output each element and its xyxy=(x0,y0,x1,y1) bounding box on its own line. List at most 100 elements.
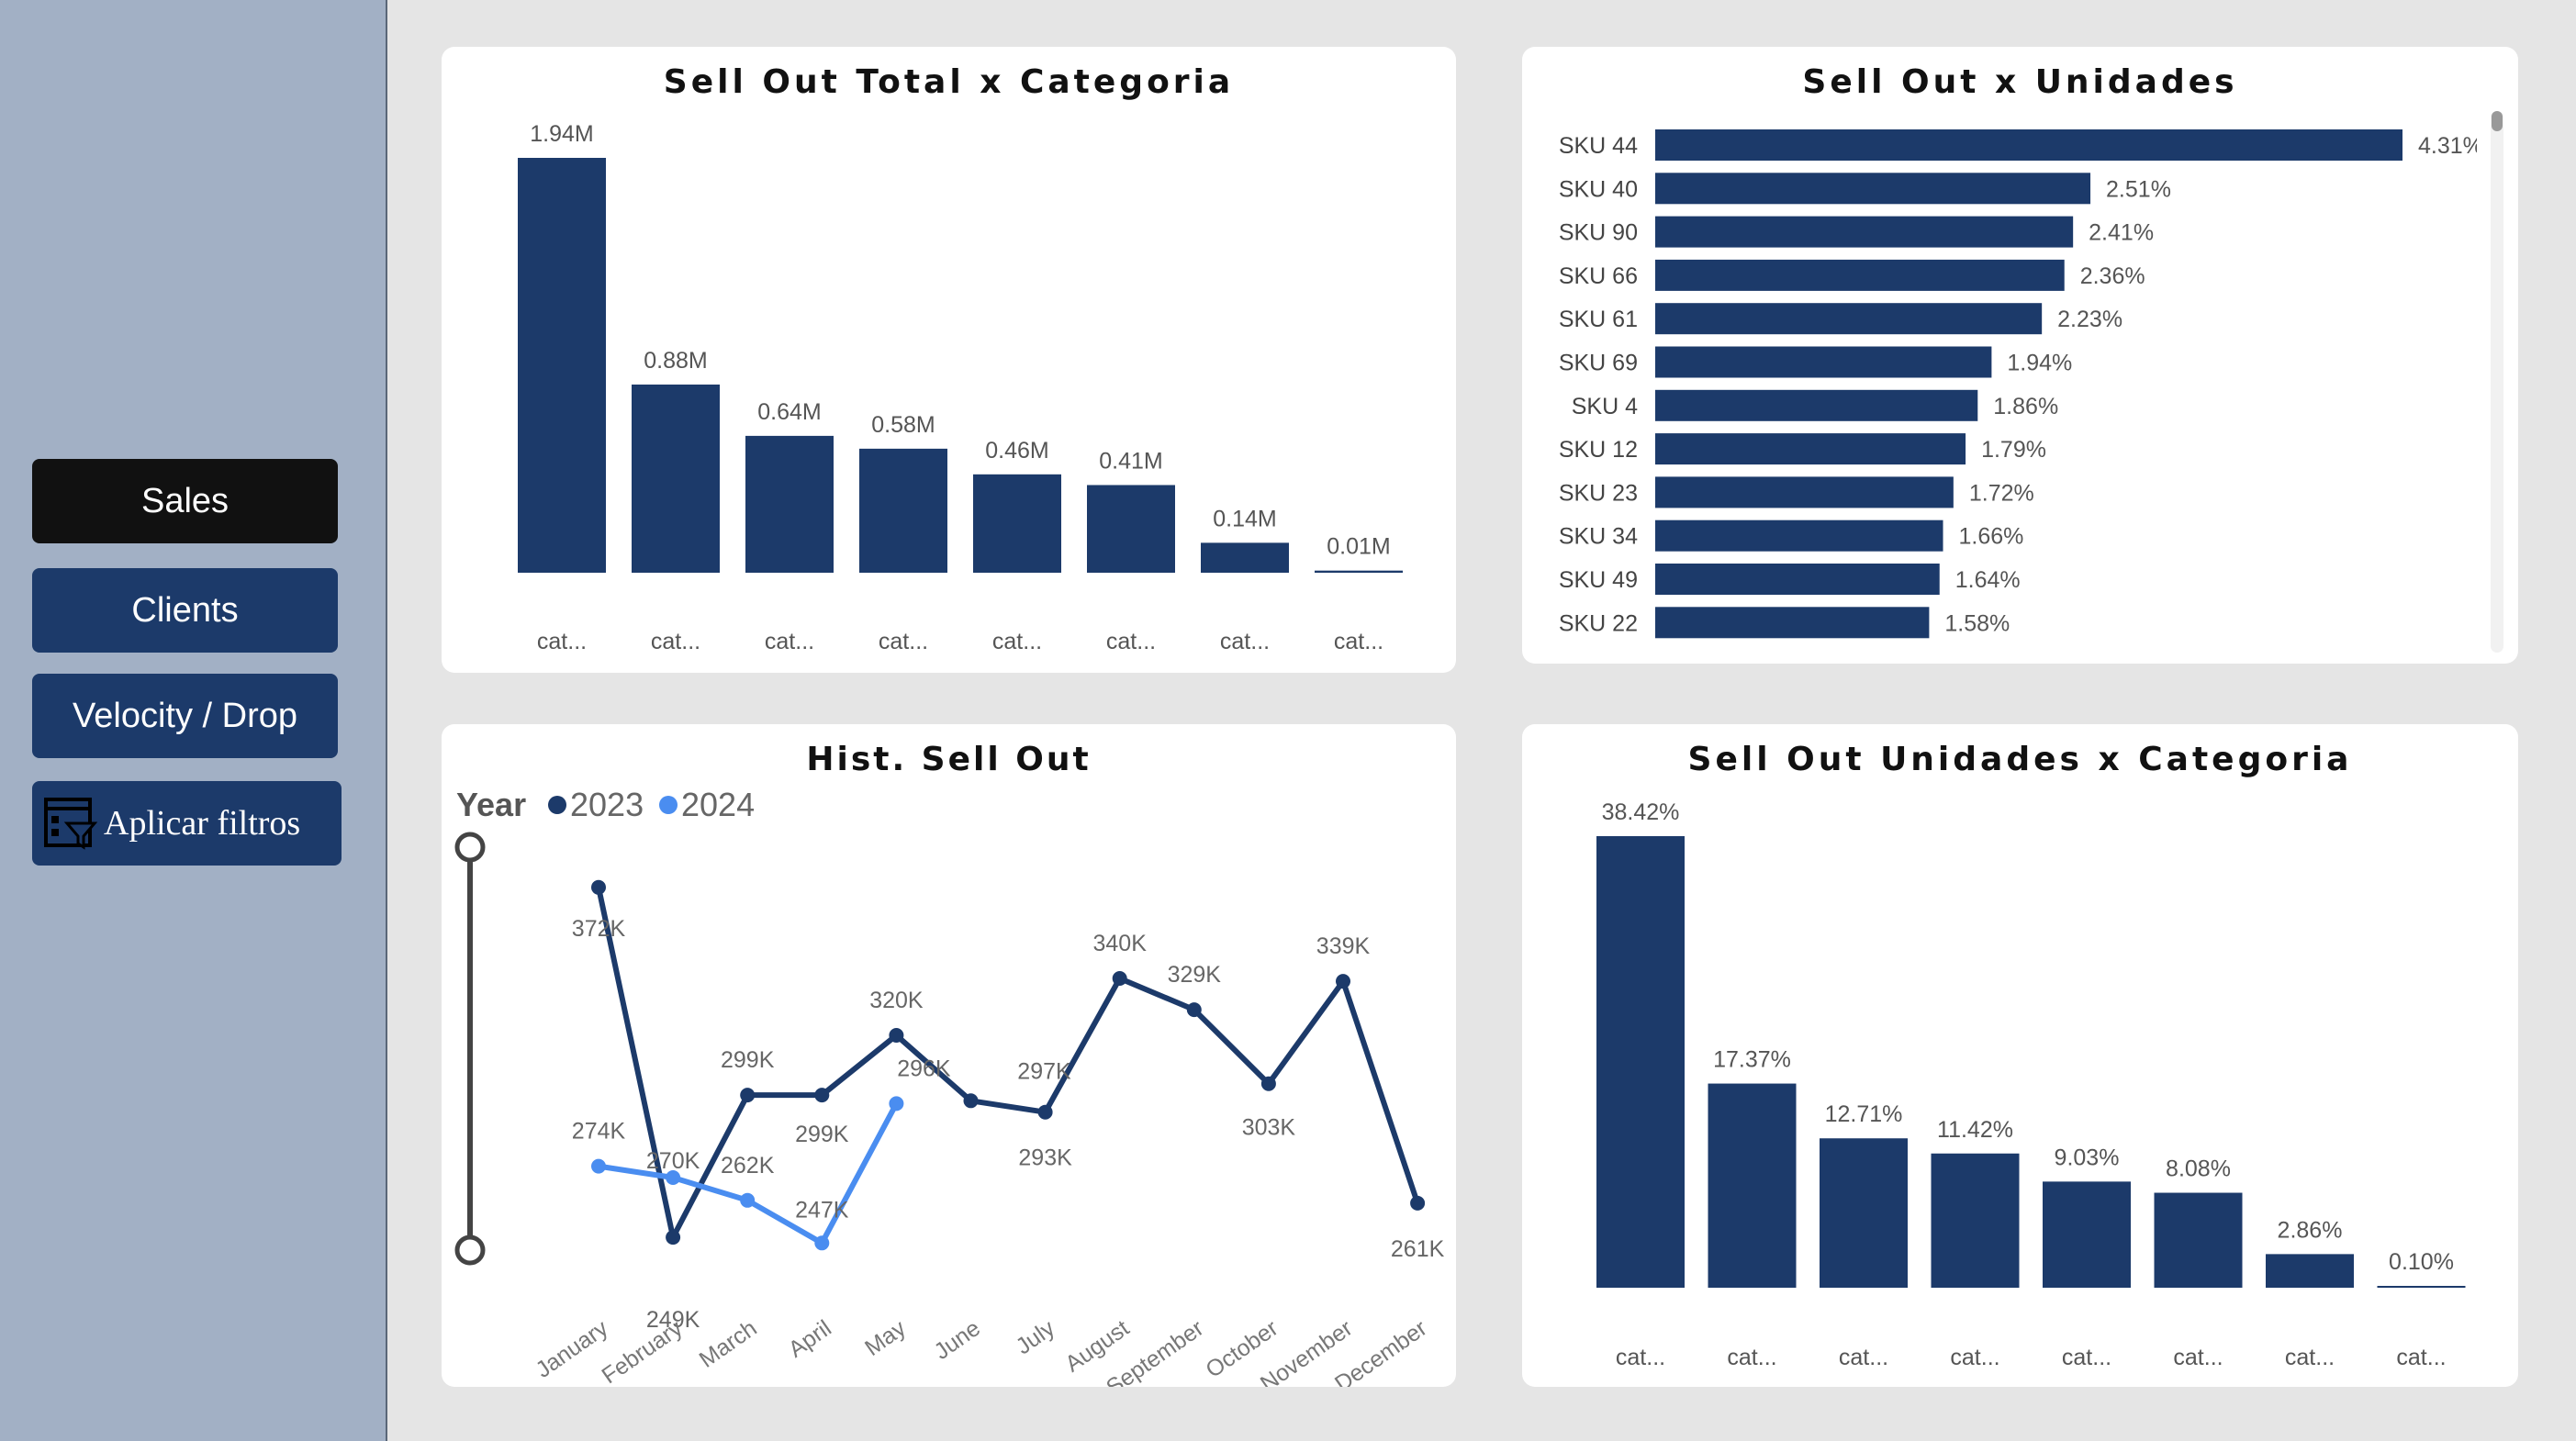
data-label: 0.41M xyxy=(1099,448,1162,474)
data-label: 1.79% xyxy=(1981,437,2046,463)
legend-marker-2023 xyxy=(548,796,566,814)
category-label: cat... xyxy=(1616,1345,1665,1370)
bar xyxy=(859,448,947,573)
bar xyxy=(1931,1153,2020,1288)
bar xyxy=(973,474,1061,573)
category-label: cat... xyxy=(2062,1345,2111,1370)
data-label: 1.72% xyxy=(1969,480,2034,506)
bar xyxy=(1655,173,2091,205)
data-label: 2.51% xyxy=(2106,176,2171,202)
bar xyxy=(1708,1083,1797,1288)
legend-title: Year xyxy=(456,786,526,823)
data-point-2023 xyxy=(666,1230,681,1246)
category-label: cat... xyxy=(1839,1345,1888,1370)
data-label: 1.86% xyxy=(1993,394,2058,419)
bar xyxy=(745,435,834,573)
apply-filters-button[interactable]: Aplicar filtros xyxy=(32,781,342,866)
data-label-2023: 303K xyxy=(1242,1115,1296,1141)
data-point-2024 xyxy=(814,1235,830,1251)
data-label: 0.88M xyxy=(644,348,707,374)
apply-filters-label: Aplicar filtros xyxy=(104,804,301,843)
category-label: SKU 66 xyxy=(1559,263,1638,289)
data-label-2024: 274K xyxy=(572,1119,626,1145)
data-label-2023: 340K xyxy=(1093,931,1148,956)
category-label: SKU 90 xyxy=(1559,220,1638,246)
category-label: cat... xyxy=(2285,1345,2335,1370)
data-label-2023: 299K xyxy=(721,1047,775,1073)
data-label: 17.37% xyxy=(1713,1047,1791,1073)
data-label-2023: 329K xyxy=(1168,962,1222,988)
bar xyxy=(1655,389,1978,421)
nav-button-sales[interactable]: Sales xyxy=(32,459,338,543)
scrollbar-thumb[interactable] xyxy=(2492,111,2503,131)
data-label: 4.31% xyxy=(2418,133,2477,159)
category-label: SKU 40 xyxy=(1559,176,1638,202)
data-label-2024: 296K xyxy=(897,1056,951,1081)
bar xyxy=(1655,476,1954,508)
card-sell-out-total-categoria: Sell Out Total x Categoria 1.94M cat... 0.… xyxy=(442,47,1456,673)
category-label: SKU 12 xyxy=(1559,437,1638,463)
data-label: 0.46M xyxy=(985,438,1048,464)
card-hist-sell-out: Hist. Sell Out Year 2023 2024 372K 249K 299K 2… xyxy=(442,724,1456,1387)
data-point-2023 xyxy=(889,1028,904,1043)
data-label: 9.03% xyxy=(2055,1145,2120,1170)
data-label-2024: 270K xyxy=(646,1148,700,1174)
category-label: cat... xyxy=(1727,1345,1776,1370)
category-label: cat... xyxy=(1334,629,1383,654)
bar xyxy=(1655,129,2402,161)
nav-button-velocity-drop[interactable]: Velocity / Drop xyxy=(32,674,338,758)
data-label: 1.94% xyxy=(2007,351,2072,376)
x-tick-label: February xyxy=(598,1315,688,1387)
x-tick-label: March xyxy=(695,1315,762,1373)
data-label: 1.94M xyxy=(530,121,593,147)
bar xyxy=(1655,216,2074,248)
category-label: SKU 22 xyxy=(1559,610,1638,636)
bar xyxy=(1596,836,1685,1288)
sidebar: Sales Clients Velocity / Drop Aplicar fi… xyxy=(0,0,387,1441)
data-label: 0.10% xyxy=(2389,1249,2454,1275)
data-label: 1.64% xyxy=(1955,567,2021,593)
category-label: SKU 49 xyxy=(1559,567,1638,593)
nav-button-clients[interactable]: Clients xyxy=(32,568,338,653)
bar-chart-sell-out-total: 1.94M cat... 0.88M cat... 0.64M cat... 0.58M ca… xyxy=(518,121,1403,654)
x-tick-label: May xyxy=(860,1315,911,1361)
data-label: 0.64M xyxy=(757,399,821,425)
data-point-2023 xyxy=(1336,974,1350,989)
card-sell-out-unidades-categoria: Sell Out Unidades x Categoria 38.42% cat.… xyxy=(1522,724,2518,1387)
data-point-2024 xyxy=(591,1158,606,1174)
bar xyxy=(632,384,720,573)
bar xyxy=(1820,1138,1908,1288)
data-label: 1.58% xyxy=(1944,610,2010,636)
data-label: 2.23% xyxy=(2057,307,2122,332)
category-label: cat... xyxy=(2173,1345,2223,1370)
category-label: SKU 69 xyxy=(1559,351,1638,376)
nav-label-sales: Sales xyxy=(140,481,230,520)
bar xyxy=(1655,564,1940,595)
bar xyxy=(1655,259,2065,291)
data-point-2023 xyxy=(1260,1076,1276,1091)
card-sell-out-unidades: Sell Out x Unidades SKU 44 4.31% SKU 40 2.5… xyxy=(1522,47,2518,664)
legend-label-2023: 2023 xyxy=(570,786,644,823)
data-label: 2.41% xyxy=(2089,220,2154,246)
data-label-2023: 299K xyxy=(795,1122,849,1147)
data-label-2023: 297K xyxy=(1017,1058,1071,1084)
category-label: cat... xyxy=(992,629,1042,654)
data-point-2023 xyxy=(963,1093,979,1109)
category-label: SKU 61 xyxy=(1559,307,1638,332)
data-point-2023 xyxy=(1186,1002,1202,1018)
data-label: 1.66% xyxy=(1959,524,2024,550)
category-label: cat... xyxy=(537,629,587,654)
line-chart-hist-sell-out: Year 2023 2024372K249K299K299K320K297K293K… xyxy=(454,786,1445,1387)
category-label: cat... xyxy=(1220,629,1270,654)
zoom-slider-handle-top xyxy=(454,832,486,863)
data-label: 0.14M xyxy=(1213,506,1276,531)
bar xyxy=(2043,1181,2131,1288)
category-label: cat... xyxy=(1106,629,1156,654)
data-label: 38.42% xyxy=(1602,799,1680,825)
category-label: cat... xyxy=(879,629,928,654)
bar xyxy=(518,158,606,573)
bar xyxy=(1655,607,1930,639)
vertical-scrollbar[interactable] xyxy=(2491,111,2503,653)
category-label: cat... xyxy=(651,629,700,654)
nav-label-clients: Clients xyxy=(131,590,239,630)
